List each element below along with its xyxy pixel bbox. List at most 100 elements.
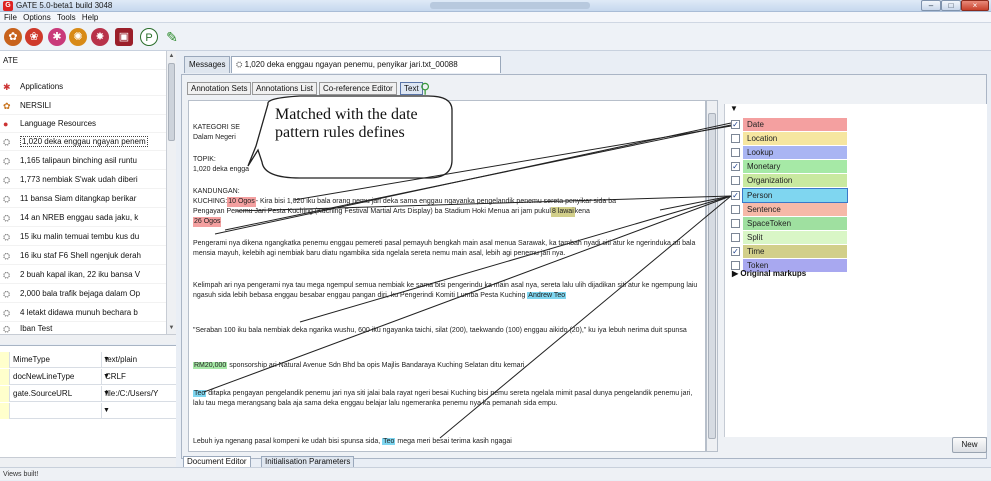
tab-document[interactable]: ⛭ 1,020 deka enggau ngayan penemu, penyi… [231, 56, 501, 73]
tree-nersili[interactable]: ✿ NERSILI [0, 96, 166, 115]
scroll-down-arrow[interactable]: ▼ [167, 323, 176, 333]
search-icon[interactable]: ⚲ [420, 80, 430, 97]
menu-tools[interactable]: Tools [57, 12, 76, 23]
feature-row[interactable]: MimeType ▼ text/plain [0, 352, 176, 368]
person-annotation[interactable]: Teo [193, 390, 207, 397]
status-bar: Views built! [0, 467, 991, 480]
tree-hscrollbar[interactable] [0, 334, 176, 344]
annotation-sets-button[interactable]: Annotation Sets [187, 82, 252, 95]
new-app-icon[interactable]: ❀ [25, 28, 43, 46]
scroll-up-arrow[interactable]: ▲ [167, 51, 176, 61]
text-line: Pengayan Penemu Jari Pesta Kuching (Kuch… [193, 207, 590, 217]
feature-name[interactable]: ▼ [11, 403, 110, 419]
new-processing-icon[interactable]: ✺ [69, 28, 87, 46]
callout-text: Matched with the date pattern rules defi… [275, 106, 418, 141]
annotation-checkbox[interactable]: ✓ [731, 247, 740, 256]
maximize-button[interactable]: □ [941, 0, 961, 11]
scroll-thumb[interactable] [708, 113, 716, 439]
person-annotation[interactable]: Andrew Teo [527, 291, 567, 299]
annotation-checkbox[interactable]: ✓ [731, 191, 740, 200]
annotations-list-button[interactable]: Annotations List [252, 82, 317, 95]
annotation-type-row[interactable]: Sentence [731, 203, 851, 216]
tree-doc-item[interactable]: ⛭ 2 buah kapal ikan, 22 iku bansa V [0, 265, 166, 284]
annotation-checkbox[interactable]: ✓ [731, 162, 740, 171]
feature-value[interactable]: file:/C:/Users/Y [103, 386, 176, 402]
annotation-diff-icon[interactable]: ✎ [163, 28, 181, 46]
new-datastore-icon[interactable]: ✸ [91, 28, 109, 46]
feature-value[interactable]: text/plain [103, 352, 176, 368]
document-text-area[interactable]: KATEGORI SE Dalam Negeri TOPIK: 1,020 de… [188, 100, 706, 452]
date-annotation[interactable]: 26 Ogos [193, 217, 222, 227]
tab-messages[interactable]: Messages [184, 56, 231, 73]
plugin-manager-icon[interactable]: P [140, 28, 158, 46]
close-button[interactable]: × [961, 0, 989, 11]
annotation-type-row[interactable]: ✓ Monetary [731, 160, 851, 173]
menu-options[interactable]: Options [23, 12, 51, 23]
annotation-type-row[interactable]: ✓ Time [731, 245, 851, 258]
tree-doc-item[interactable]: ⛭ 1,165 talipaun binching asil runtu [0, 151, 166, 170]
folder-icon: ✱ [3, 81, 11, 92]
time-annotation[interactable]: 8 lawai [550, 207, 575, 217]
new-annotation-button[interactable]: New [952, 437, 987, 453]
tree-scrollbar[interactable]: ▲ ▼ [166, 51, 176, 334]
annotation-checkbox[interactable] [731, 205, 740, 214]
tree-doc-item[interactable]: ⛭ 16 iku staf F6 Shell ngenjuk derah [0, 246, 166, 265]
monetary-annotation[interactable]: RM20,000 [193, 362, 228, 369]
annotation-checkbox[interactable] [731, 148, 740, 157]
application-icon: ✿ [3, 100, 11, 111]
text-line: 26 Ogos [193, 217, 222, 227]
tree-applications[interactable]: ✱ Applications [0, 77, 166, 96]
annotation-type-row[interactable]: ✓ Date [731, 118, 851, 131]
annotation-checkbox[interactable] [731, 219, 740, 228]
load-app-icon[interactable]: ✿ [4, 28, 22, 46]
open-datastore-icon[interactable]: ▣ [115, 28, 133, 46]
text-line: Dalam Negeri [193, 134, 236, 141]
text-line: KANDUNGAN: [193, 188, 240, 195]
annotation-type-label: Lookup [743, 146, 847, 159]
annotation-type-row[interactable]: ✓ Person [731, 188, 851, 203]
annotation-type-row[interactable]: Split [731, 231, 851, 244]
tree-language-resources[interactable]: ● Language Resources [0, 114, 166, 133]
feature-name[interactable]: gate.SourceURL ▼ [11, 386, 110, 402]
annotation-checkbox[interactable] [731, 176, 740, 185]
feature-value[interactable] [103, 403, 176, 419]
tree-root[interactable]: ATE [0, 51, 166, 70]
text-scrollbar[interactable] [706, 100, 718, 452]
tree-doc-item[interactable]: ⛭ 11 bansa Siam ditangkap berikar [0, 189, 166, 208]
original-markups[interactable]: ▶ Original markups [732, 269, 806, 278]
tree-doc-item[interactable]: ⛭ 1,020 deka enggau ngayan penem [0, 132, 166, 151]
tree-doc-item[interactable]: ⛭ 1,773 nembiak S'wak udah diberi [0, 170, 166, 189]
annotation-checkbox[interactable]: ✓ [731, 120, 740, 129]
feature-row[interactable]: docNewLineType ▼ CRLF [0, 369, 176, 385]
annotation-checkbox[interactable] [731, 134, 740, 143]
tree-doc-item[interactable]: ⛭ 15 iku malin temuai tembu kus du [0, 227, 166, 246]
person-annotation[interactable]: Teo [382, 438, 396, 445]
feature-table[interactable]: MimeType ▼ text/plain docNewLineType ▼ CRL… [0, 345, 176, 457]
annotation-type-row[interactable]: SpaceToken [731, 217, 851, 230]
expand-arrow-icon[interactable]: ▼ [730, 104, 738, 113]
feature-name[interactable]: MimeType ▼ [11, 352, 110, 368]
feature-value[interactable]: CRLF [103, 369, 176, 385]
tree-doc-item[interactable]: ⛭ 2,000 bala trafik bejaga dalam Op [0, 284, 166, 303]
document-icon: ⛭ [3, 136, 11, 147]
annotation-type-label: Time [743, 245, 847, 258]
scroll-thumb[interactable] [168, 63, 175, 141]
feature-row-new[interactable]: ▼ [0, 403, 176, 419]
annotation-type-row[interactable]: Location [731, 132, 851, 145]
feature-row[interactable]: gate.SourceURL ▼ file:/C:/Users/Y [0, 386, 176, 402]
resource-tree[interactable]: ATE ✱ Applications ✿ NERSILI ● Language Res… [0, 51, 176, 338]
annotation-type-row[interactable]: Lookup [731, 146, 851, 159]
menu-help[interactable]: Help [82, 12, 98, 23]
tree-doc-item[interactable]: ⛭ 14 an NREB enggau sada jaku, k [0, 208, 166, 227]
coreference-editor-button[interactable]: Co-reference Editor [319, 82, 397, 95]
annotation-checkbox[interactable] [731, 233, 740, 242]
new-resource-icon[interactable]: ✱ [48, 28, 66, 46]
document-icon: ⛭ [3, 212, 11, 223]
minimize-button[interactable]: – [921, 0, 941, 11]
annotation-type-row[interactable]: Organization [731, 174, 851, 187]
features-hscrollbar[interactable] [0, 457, 176, 467]
date-annotation[interactable]: 10 Ogos [227, 197, 256, 207]
menu-file[interactable]: File [4, 12, 17, 23]
paragraph: Teo ditapka pengayan pengelandik penemu … [193, 390, 693, 407]
feature-name[interactable]: docNewLineType ▼ [11, 369, 110, 385]
